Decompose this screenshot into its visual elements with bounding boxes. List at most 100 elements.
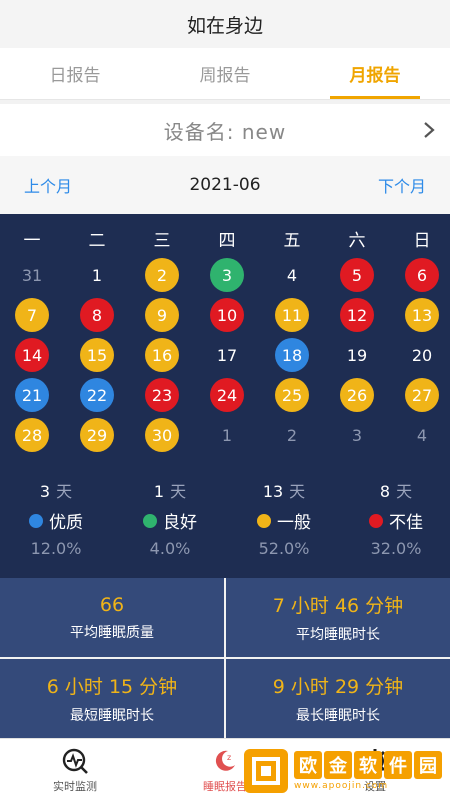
quality-legend: 3天 优质 12.0% 1天 良好 4.0% 13 天 一般 52.0% 8天 不…	[0, 478, 450, 568]
stat-value: 6 小时 15 分钟	[46, 676, 178, 698]
calendar-day[interactable]: 25	[275, 378, 309, 412]
legend-label: 良好	[163, 513, 197, 533]
legend-item-good: 1天 良好 4.0%	[114, 478, 226, 558]
calendar-day[interactable]: 2	[145, 258, 179, 292]
blue-dot-icon	[29, 513, 43, 528]
weekday-label: 五	[283, 231, 301, 251]
chevron-right-icon	[424, 122, 435, 138]
weekday-label: 二	[88, 231, 106, 251]
calendar-day[interactable]: 6	[405, 258, 439, 292]
weekday-label: 六	[348, 231, 366, 251]
calendar-day[interactable]: 12	[340, 298, 374, 332]
stat-value: 7 小时 46 分钟	[272, 595, 404, 617]
legend-unit: 天	[396, 482, 413, 501]
report-tabs: 日报告 周报告 月报告	[0, 48, 450, 100]
page-title: 如在身边	[186, 14, 263, 37]
pulse-icon	[62, 748, 88, 774]
calendar-day[interactable]: 2	[275, 418, 309, 452]
calendar-day[interactable]: 20	[405, 338, 439, 372]
calendar-day[interactable]: 22	[80, 378, 114, 412]
tab-weekly-report[interactable]: 周报告	[150, 48, 300, 99]
legend-label: 优质	[49, 513, 83, 533]
calendar-day[interactable]: 4	[275, 258, 309, 292]
calendar-day[interactable]: 10	[210, 298, 244, 332]
watermark-char: 件	[384, 751, 412, 779]
watermark-char: 园	[414, 751, 442, 779]
legend-item-poor: 8天 不佳 32.0%	[340, 478, 450, 558]
nav-realtime-monitor[interactable]: 实时监测	[30, 747, 120, 794]
weekday-label: 一	[23, 231, 41, 251]
sleep-stats: 66 平均睡眠质量 7 小时 46 分钟 平均睡眠时长 6 小时 15 分钟 最…	[0, 578, 450, 738]
calendar-day[interactable]: 3	[210, 258, 244, 292]
stat-avg-quality: 66 平均睡眠质量	[0, 578, 224, 657]
stat-max-duration: 9 小时 29 分钟 最长睡眠时长	[226, 659, 450, 738]
calendar-day[interactable]: 18	[275, 338, 309, 372]
calendar-day[interactable]: 15	[80, 338, 114, 372]
tab-daily-report[interactable]: 日报告	[0, 48, 150, 99]
stat-value: 9 小时 29 分钟	[272, 676, 404, 698]
legend-unit: 天	[170, 482, 187, 501]
calendar-day[interactable]: 31	[15, 258, 49, 292]
calendar-day[interactable]: 19	[340, 338, 374, 372]
calendar-day[interactable]: 23	[145, 378, 179, 412]
calendar-day[interactable]: 21	[15, 378, 49, 412]
tab-monthly-report[interactable]: 月报告	[300, 48, 450, 99]
legend-item-excellent: 3天 优质 12.0%	[0, 478, 112, 558]
calendar-day[interactable]: 29	[80, 418, 114, 452]
current-month-label: 2021-06	[189, 175, 261, 195]
calendar-day[interactable]: 17	[210, 338, 244, 372]
calendar-panel: 一 二 三 四 五 六 日 31 1 2 3 4 5 6 7 8 9 10 11 12 13 14 15 16 1…	[0, 214, 450, 578]
month-navigator: 上个月 2021-06 下个月	[0, 156, 450, 214]
weekday-label: 日	[413, 231, 431, 251]
legend-days: 8	[379, 482, 391, 501]
svg-text:z: z	[227, 753, 231, 762]
legend-percent: 32.0%	[370, 539, 422, 558]
legend-percent: 12.0%	[30, 539, 82, 558]
legend-days: 13	[262, 482, 284, 501]
app-header: 如在身边	[0, 0, 450, 48]
calendar-day[interactable]: 5	[340, 258, 374, 292]
moon-icon: z	[215, 750, 235, 771]
next-month-button[interactable]: 下个月	[378, 173, 426, 197]
legend-unit: 天	[289, 482, 306, 501]
calendar-day[interactable]: 4	[405, 418, 439, 452]
device-selector[interactable]: 设备名: new	[0, 104, 450, 156]
calendar-day[interactable]: 14	[15, 338, 49, 372]
calendar-day[interactable]: 13	[405, 298, 439, 332]
stat-caption: 最长睡眠时长	[296, 708, 380, 724]
legend-percent: 4.0%	[149, 539, 191, 558]
calendar-day[interactable]: 1	[210, 418, 244, 452]
calendar-day[interactable]: 24	[210, 378, 244, 412]
calendar-day[interactable]: 11	[275, 298, 309, 332]
watermark-char: 欧	[294, 751, 322, 779]
stat-avg-duration: 7 小时 46 分钟 平均睡眠时长	[226, 578, 450, 657]
stat-caption: 最短睡眠时长	[70, 708, 154, 724]
device-name-label: 设备名: new	[163, 119, 287, 144]
weekday-label: 四	[218, 231, 236, 251]
calendar-day[interactable]: 9	[145, 298, 179, 332]
red-dot-icon	[369, 513, 383, 528]
stat-caption: 平均睡眠时长	[296, 627, 380, 643]
legend-label: 一般	[277, 513, 311, 533]
weekday-label: 三	[153, 231, 171, 251]
watermark-url: www.apoojin.com	[294, 781, 389, 791]
calendar-day[interactable]: 30	[145, 418, 179, 452]
legend-label: 不佳	[389, 513, 423, 533]
weekday-header: 一 二 三 四 五 六 日	[0, 222, 450, 252]
nav-label: 实时监测	[53, 780, 97, 793]
calendar-day[interactable]: 27	[405, 378, 439, 412]
legend-unit: 天	[56, 482, 73, 501]
watermark-logo	[244, 749, 288, 793]
calendar-day[interactable]: 16	[145, 338, 179, 372]
prev-month-button[interactable]: 上个月	[24, 173, 72, 197]
calendar-day[interactable]: 7	[15, 298, 49, 332]
stat-min-duration: 6 小时 15 分钟 最短睡眠时长	[0, 659, 224, 738]
calendar-day[interactable]: 26	[340, 378, 374, 412]
legend-item-average: 13 天 一般 52.0%	[228, 478, 340, 558]
calendar-day[interactable]: 1	[80, 258, 114, 292]
site-watermark: 欧 金 软 件 园 www.apoojin.com	[244, 746, 444, 796]
calendar-day[interactable]: 28	[15, 418, 49, 452]
calendar-day[interactable]: 8	[80, 298, 114, 332]
legend-days: 1	[153, 482, 165, 501]
calendar-day[interactable]: 3	[340, 418, 374, 452]
